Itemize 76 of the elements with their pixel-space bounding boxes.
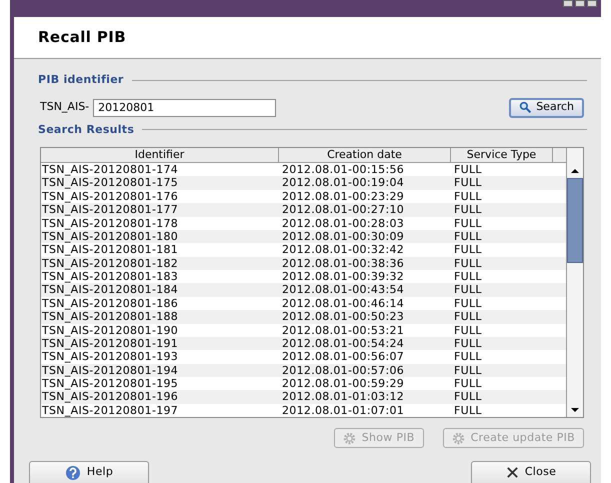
scrollbar-thumb[interactable] [567, 178, 583, 263]
table-cell-text: 2012.08.01-00:43:54 [281, 283, 406, 297]
table-cell-text: TSN_AIS-20120801-193 [41, 350, 180, 364]
close-button[interactable]: Close [471, 461, 591, 483]
scrollbar[interactable] [566, 148, 583, 417]
search-icon [519, 101, 532, 114]
help-button[interactable]: Help [29, 461, 149, 483]
table-cell-text: 2012.08.01-00:23:29 [281, 190, 406, 204]
table-cell-text: TSN_AIS-20120801-178 [41, 216, 180, 230]
table-cell-text: 2012.08.01-00:57:06 [281, 364, 406, 377]
table-cell-text: TSN_AIS-20120801-183 [41, 270, 180, 284]
table-cell-text: FULL [453, 377, 483, 390]
table-cell-text: TSN_AIS-20120801-181 [41, 243, 180, 257]
scroll-down-icon[interactable] [571, 408, 579, 412]
table-cell-text: FULL [453, 404, 483, 418]
table-cell-text: TSN_AIS-20120801-175 [41, 176, 180, 190]
gear-icon [342, 432, 356, 444]
table-cell-text: 2012.08.01-00:53:21 [281, 324, 406, 337]
table-cell-text: TSN_AIS-20120801-191 [41, 336, 180, 350]
table-cell-text: FULL [453, 364, 483, 377]
prefix-label: TSN_AIS- [40, 99, 90, 116]
table-cell-text: TSN_AIS-20120801-194 [41, 364, 180, 377]
table-cell-text: FULL [453, 163, 483, 176]
help-icon [64, 464, 81, 480]
table-cell-text: 2012.08.01-00:28:03 [281, 216, 406, 230]
table-cell-text: 2012.08.01-00:38:36 [281, 256, 406, 270]
table-cell-text: FULL [453, 203, 483, 216]
table-cell-text: TSN_AIS-20120801-177 [41, 203, 180, 216]
table-cell-text: TSN_AIS-20120801-195 [41, 377, 180, 390]
identifier-input[interactable]: 20120801 [93, 98, 276, 116]
table-cell-text: TSN_AIS-20120801-174 [41, 163, 180, 176]
table-cell-text: 2012.08.01-01:03:12 [281, 390, 406, 404]
table-cell-text: 2012.08.01-00:39:32 [281, 270, 406, 284]
table-cell-text: FULL [453, 190, 483, 204]
table-cell-text: FULL [453, 390, 483, 404]
table-cell-text: FULL [453, 350, 483, 364]
table-cell-text: TSN_AIS-20120801-196 [41, 390, 180, 404]
table-cell-text: FULL [453, 230, 483, 244]
table-cell-text: 2012.08.01-00:56:07 [281, 350, 406, 364]
gear-icon [452, 432, 465, 444]
dialog-heading: Recall PIB [38, 27, 126, 48]
table-cell-text: FULL [453, 310, 483, 324]
table-cell-text: FULL [453, 296, 483, 310]
section-title: PIB identifier [38, 72, 124, 88]
table-cell-text: TSN_AIS-20120801-197 [41, 404, 180, 418]
table-cell-text: 2012.08.01-00:32:42 [281, 243, 406, 257]
table-cell-text: 2012.08.01-00:54:24 [281, 336, 406, 350]
column-header[interactable]: Creation date [279, 148, 451, 162]
table-cell-text: FULL [453, 176, 483, 190]
table-cell-text: FULL [453, 270, 483, 284]
table-cell-text: FULL [453, 256, 483, 270]
table-cell-text: TSN_AIS-20120801-180 [41, 230, 180, 244]
table-cell-text: FULL [453, 283, 483, 297]
table-cell-text: 2012.08.01-00:59:29 [281, 377, 406, 390]
table-cell-text: 2012.08.01-01:07:01 [281, 404, 406, 418]
table-cell-text: 2012.08.01-00:19:04 [281, 176, 406, 190]
table-cell-text: TSN_AIS-20120801-188 [41, 310, 180, 324]
table-cell-text: FULL [453, 336, 483, 350]
table-cell-text: FULL [453, 243, 483, 257]
table-cell-text: 2012.08.01-00:30:09 [281, 230, 406, 244]
table-cell-text: 2012.08.01-00:50:23 [281, 310, 406, 324]
table-cell-text: TSN_AIS-20120801-186 [41, 296, 180, 310]
column-header[interactable]: Identifier [41, 148, 279, 162]
table-cell-text: FULL [453, 324, 483, 337]
table-cell-text: TSN_AIS-20120801-184 [41, 283, 180, 297]
table-cell-text: TSN_AIS-20120801-182 [41, 256, 180, 270]
table-cell-text: 2012.08.01-00:27:10 [281, 203, 406, 216]
table-cell-text: FULL [453, 216, 483, 230]
search-button[interactable]: Search [509, 98, 584, 118]
column-header[interactable]: Service Type [451, 148, 553, 162]
table-cell-text: TSN_AIS-20120801-176 [41, 190, 180, 204]
table-cell-text: TSN_AIS-20120801-190 [41, 324, 180, 337]
section-title: Search Results [38, 122, 134, 138]
table-cell-text: 2012.08.01-00:46:14 [281, 296, 406, 310]
table-cell-text: 2012.08.01-00:15:56 [281, 163, 406, 176]
scroll-up-icon[interactable] [571, 169, 579, 173]
